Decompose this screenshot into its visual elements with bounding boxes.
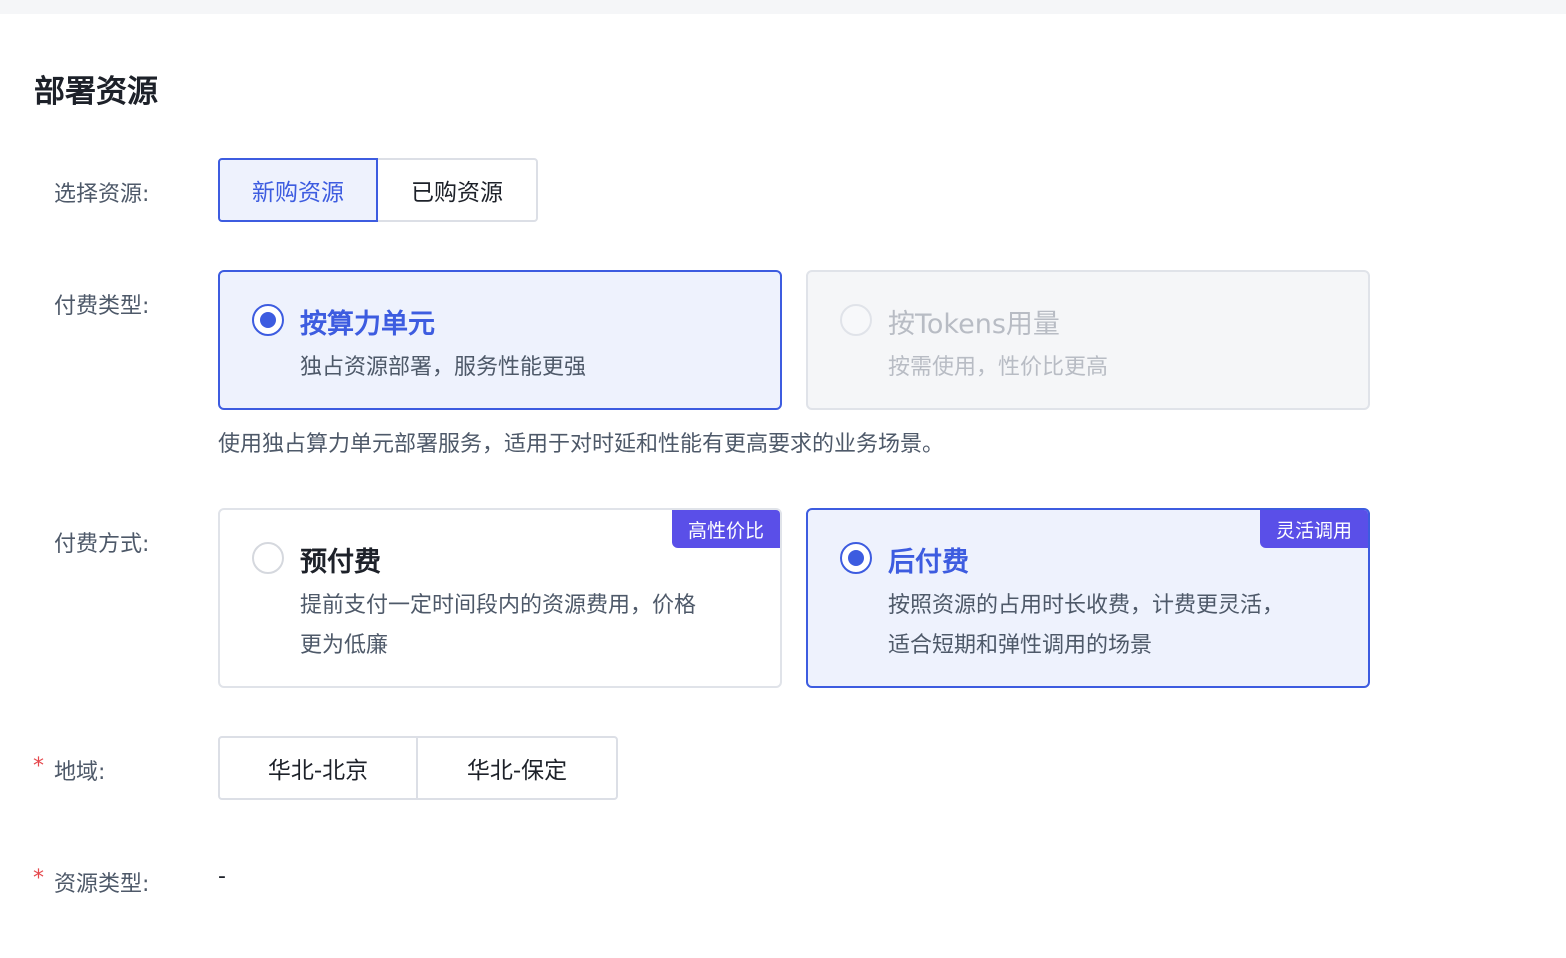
billing-method-postpaid-card[interactable]: 后付费 按照资源的占用时长收费，计费更灵活， 适合短期和弹性调用的场景 灵活调用 [806, 508, 1370, 688]
radio-icon [840, 304, 872, 336]
card-desc-line: 更为低廉 [300, 633, 389, 658]
required-mark: * [33, 754, 44, 779]
flexible-badge: 灵活调用 [1259, 510, 1368, 548]
billing-method-label: 付费方式: [54, 532, 150, 557]
billing-method-prepaid-card[interactable]: 预付费 提前支付一定时间段内的资源费用，价格 更为低廉 高性价比 [218, 508, 782, 688]
billing-type-label: 付费类型: [54, 294, 150, 319]
region-label: 地域: [54, 760, 106, 785]
card-desc: 按照资源的占用时长收费，计费更灵活， 适合短期和弹性调用的场景 [888, 586, 1328, 666]
card-desc: 提前支付一定时间段内的资源费用，价格 更为低廉 [300, 586, 740, 666]
region-beijing-button[interactable]: 华北-北京 [218, 736, 418, 800]
region-segmented: 华北-北京 华北-保定 [218, 736, 618, 800]
card-desc-line: 提前支付一定时间段内的资源费用，价格 [300, 593, 697, 618]
card-desc: 独占资源部署，服务性能更强 [300, 355, 587, 380]
card-desc-line: 按照资源的占用时长收费，计费更灵活， [888, 593, 1285, 618]
radio-icon[interactable] [840, 542, 872, 574]
card-title: 后付费 [888, 547, 969, 578]
region-baoding-button[interactable]: 华北-保定 [416, 736, 618, 800]
billing-type-tokens-card: 按Tokens用量 按需使用，性价比更高 [806, 270, 1370, 410]
value-badge: 高性价比 [671, 510, 780, 548]
top-strip [0, 0, 1566, 14]
radio-icon[interactable] [252, 304, 284, 336]
card-desc: 按需使用，性价比更高 [888, 355, 1109, 380]
billing-type-compute-unit-card[interactable]: 按算力单元 独占资源部署，服务性能更强 [218, 270, 782, 410]
purchased-resource-button[interactable]: 已购资源 [376, 158, 538, 222]
resource-type-label: 资源类型: [54, 872, 150, 897]
new-resource-button[interactable]: 新购资源 [218, 158, 378, 222]
card-title: 按Tokens用量 [888, 309, 1060, 340]
select-resource-segmented: 新购资源 已购资源 [218, 158, 538, 222]
card-title: 按算力单元 [300, 309, 435, 340]
select-resource-label: 选择资源: [54, 182, 150, 207]
card-title: 预付费 [300, 547, 381, 578]
card-desc-line: 适合短期和弹性调用的场景 [888, 633, 1153, 658]
radio-icon[interactable] [252, 542, 284, 574]
resource-type-value: - [218, 864, 226, 889]
section-title: 部署资源 [34, 74, 158, 110]
required-mark: * [33, 866, 44, 891]
billing-type-hint: 使用独占算力单元部署服务，适用于对时延和性能有更高要求的业务场景。 [218, 432, 945, 457]
